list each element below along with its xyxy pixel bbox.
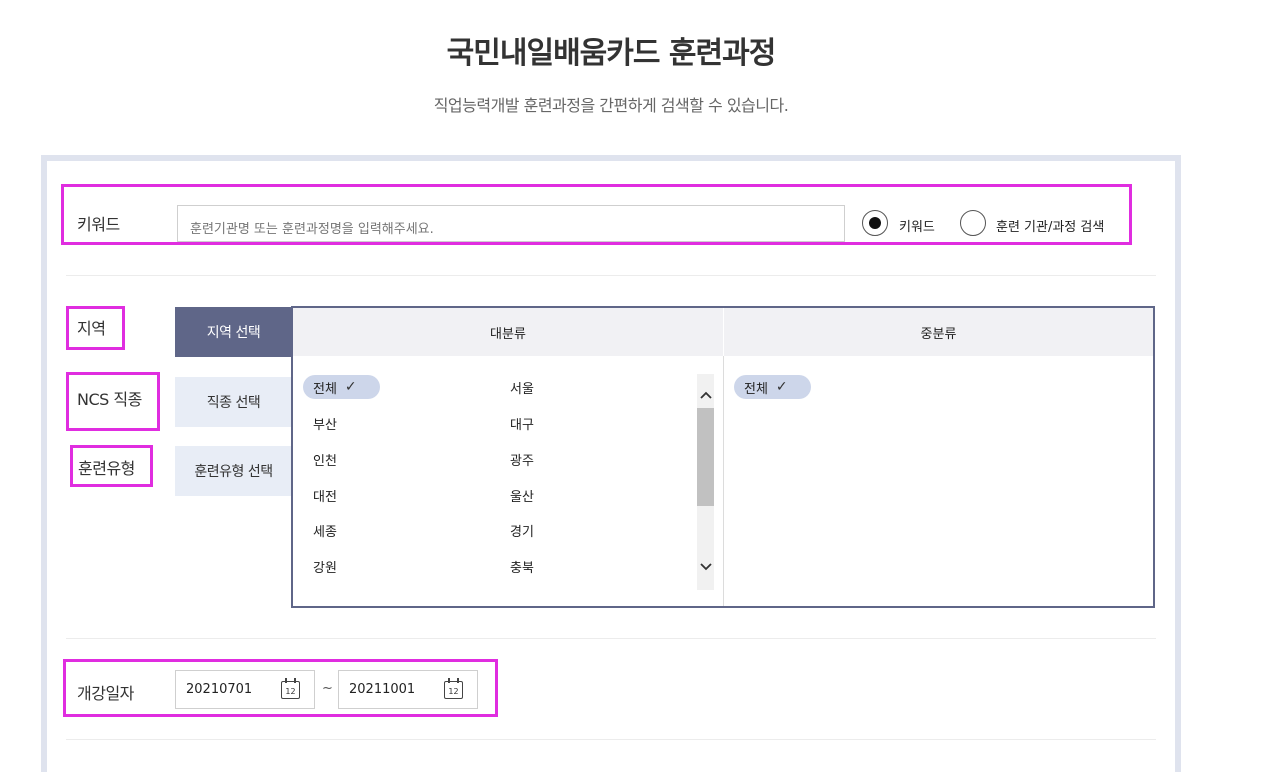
check-icon: ✓ (344, 379, 357, 395)
region-item-busan[interactable]: 부산 (313, 414, 337, 433)
column-divider (723, 356, 724, 606)
institution-course-radio-label[interactable]: 훈련 기관/과정 검색 (996, 216, 1104, 235)
tab-ncs-select[interactable]: 직종 선택 (175, 377, 292, 427)
start-date-from-value: 20210701 (186, 682, 253, 697)
start-date-from-field[interactable]: 20210701 12 (175, 670, 315, 709)
ncs-label: NCS 직종 (77, 390, 142, 409)
region-item-gyeonggi[interactable]: 경기 (510, 521, 534, 540)
region-item-seoul[interactable]: 서울 (510, 378, 534, 397)
tab-region-select[interactable]: 지역 선택 (175, 307, 292, 357)
scrollbar-thumb[interactable] (697, 408, 714, 506)
page-subtitle: 직업능력개발 훈련과정을 간편하게 검색할 수 있습니다. (433, 96, 789, 115)
scroll-up-icon[interactable] (697, 385, 714, 405)
keyword-radio[interactable] (862, 210, 888, 236)
region-item-gangwon[interactable]: 강원 (313, 557, 337, 576)
keyword-search-input[interactable] (177, 205, 845, 242)
keyword-radio-label[interactable]: 키워드 (899, 216, 935, 235)
minor-category-header: 중분류 (724, 308, 1153, 356)
training-type-label: 훈련유형 (78, 459, 135, 478)
date-range-separator: ~ (322, 681, 333, 696)
region-label: 지역 (77, 319, 106, 338)
region-item-sejong[interactable]: 세종 (313, 521, 337, 540)
region-item-incheon[interactable]: 인천 (313, 450, 337, 469)
keyword-label: 키워드 (77, 215, 120, 234)
page-title: 국민내일배움카드 훈련과정 (446, 36, 777, 71)
calendar-icon[interactable]: 12 (444, 678, 463, 699)
divider (66, 739, 1156, 740)
tab-training-type-select[interactable]: 훈련유형 선택 (175, 446, 292, 496)
calendar-icon[interactable]: 12 (281, 678, 300, 699)
divider (66, 275, 1156, 276)
scroll-down-icon[interactable] (697, 557, 714, 577)
minor-chip-all[interactable]: 전체 ✓ (734, 375, 811, 399)
institution-course-radio[interactable] (960, 210, 986, 236)
start-date-to-value: 20211001 (349, 682, 416, 697)
major-category-header: 대분류 (293, 308, 723, 356)
region-item-ulsan[interactable]: 울산 (510, 486, 534, 505)
check-icon: ✓ (775, 379, 788, 395)
start-date-to-field[interactable]: 20211001 12 (338, 670, 478, 709)
region-item-chungbuk[interactable]: 충북 (510, 557, 534, 576)
region-item-daegu[interactable]: 대구 (510, 414, 534, 433)
divider (66, 638, 1156, 639)
chip-label: 전체 (744, 381, 768, 397)
region-chip-all[interactable]: 전체 ✓ (303, 375, 380, 399)
start-date-label: 개강일자 (77, 684, 134, 703)
region-item-gwangju[interactable]: 광주 (510, 450, 534, 469)
region-item-daejeon[interactable]: 대전 (313, 486, 337, 505)
region-selector-box: 대분류 중분류 전체 ✓ 서울 부산 대구 인천 광주 대전 울산 세종 경기 … (291, 306, 1155, 608)
chip-label: 전체 (313, 381, 337, 397)
